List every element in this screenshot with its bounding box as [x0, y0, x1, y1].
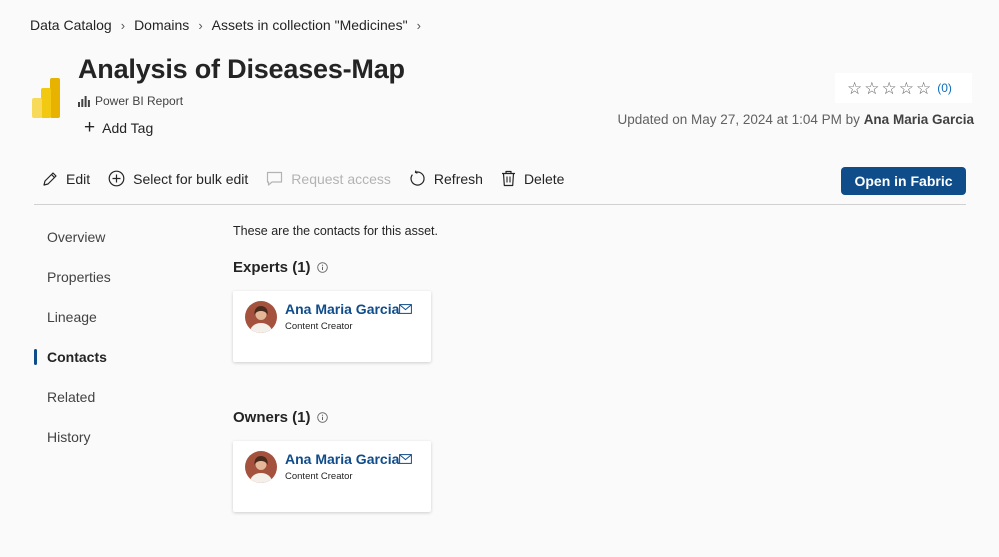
chevron-right-icon: › [416, 17, 421, 33]
edit-label: Edit [66, 170, 91, 187]
breadcrumb-data-catalog[interactable]: Data Catalog [30, 17, 112, 33]
asset-type: Power BI Report [78, 94, 183, 108]
bulk-edit-label: Select for bulk edit [133, 170, 249, 187]
contact-role: Content Creator [285, 321, 353, 332]
breadcrumb-domains[interactable]: Domains [134, 17, 189, 33]
owners-heading: Owners (1) [233, 409, 328, 426]
comment-icon [267, 171, 283, 186]
star-icon[interactable]: ☆ [847, 80, 862, 97]
breadcrumb-collection[interactable]: Assets in collection "Medicines" [212, 17, 408, 33]
delete-label: Delete [523, 170, 565, 187]
add-circle-icon [108, 170, 125, 187]
nav-item-history[interactable]: History [34, 426, 111, 466]
chevron-right-icon: › [120, 17, 126, 33]
contact-name-link[interactable]: Ana Maria Garcia [285, 301, 399, 317]
nav-item-related[interactable]: Related [34, 386, 111, 426]
experts-heading: Experts (1) [233, 259, 328, 276]
rating-widget: ☆ ☆ ☆ ☆ ☆ (0) [835, 73, 972, 103]
chevron-right-icon: › [198, 17, 203, 33]
request-access-button[interactable]: Request access [266, 171, 391, 187]
pencil-icon [43, 171, 57, 186]
updated-user: Ana Maria Garcia [863, 112, 974, 127]
delete-button[interactable]: Delete [501, 170, 564, 187]
power-bi-logo-icon [32, 78, 60, 118]
refresh-button[interactable]: Refresh [409, 170, 483, 187]
star-icon[interactable]: ☆ [899, 80, 914, 97]
section-nav: Overview Properties Lineage Contacts Rel… [34, 226, 111, 466]
star-icon[interactable]: ☆ [916, 80, 931, 97]
rating-count-link[interactable]: (0) [937, 81, 952, 95]
command-toolbar: Edit Select for bulk edit Request access… [42, 170, 582, 187]
avatar [245, 301, 277, 333]
mail-icon[interactable] [399, 454, 412, 464]
open-in-fabric-button[interactable]: Open in Fabric [841, 167, 966, 195]
owner-contact-card: Ana Maria Garcia Content Creator [233, 441, 431, 512]
star-icon[interactable]: ☆ [864, 80, 879, 97]
edit-button[interactable]: Edit [42, 171, 90, 187]
nav-item-lineage[interactable]: Lineage [34, 306, 111, 346]
info-icon[interactable] [316, 262, 328, 273]
updated-text: Updated on May 27, 2024 at 1:04 PM by [617, 112, 860, 127]
asset-type-label: Power BI Report [95, 94, 184, 108]
updated-info: Updated on May 27, 2024 at 1:04 PM by An… [618, 112, 975, 127]
page-title: Analysis of Diseases-Map [78, 54, 405, 84]
owners-title: Owners (1) [233, 409, 311, 426]
nav-item-properties[interactable]: Properties [34, 266, 111, 306]
star-rating: ☆ ☆ ☆ ☆ ☆ [847, 80, 933, 97]
avatar [245, 451, 277, 483]
trash-icon [501, 170, 515, 187]
add-tag-label: Add Tag [102, 120, 154, 136]
contacts-intro: These are the contacts for this asset. [233, 224, 438, 238]
refresh-label: Refresh [433, 170, 483, 187]
bulk-edit-button[interactable]: Select for bulk edit [108, 170, 248, 187]
experts-title: Experts (1) [233, 259, 311, 276]
star-icon[interactable]: ☆ [882, 80, 897, 97]
refresh-icon [410, 170, 425, 186]
expert-contact-card: Ana Maria Garcia Content Creator [233, 291, 431, 362]
bar-chart-icon [78, 95, 90, 107]
toolbar-divider [34, 204, 966, 205]
contact-role: Content Creator [285, 471, 353, 482]
info-icon[interactable] [316, 412, 328, 423]
nav-item-overview[interactable]: Overview [34, 226, 111, 266]
breadcrumb: Data Catalog › Domains › Assets in colle… [30, 17, 430, 33]
add-tag-button[interactable]: + Add Tag [84, 117, 154, 138]
contact-name-link[interactable]: Ana Maria Garcia [285, 451, 399, 467]
nav-item-contacts[interactable]: Contacts [34, 346, 111, 386]
request-access-label: Request access [291, 170, 391, 187]
plus-icon: + [84, 117, 96, 138]
mail-icon[interactable] [399, 304, 412, 314]
